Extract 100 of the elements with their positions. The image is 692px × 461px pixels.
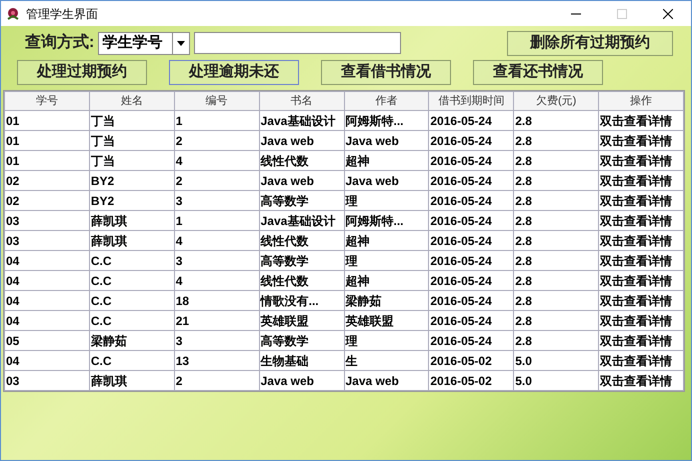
table-cell: 4 [174,270,260,290]
search-field[interactable] [194,32,402,54]
table-cell: 超神 [344,230,429,250]
table-cell: 2016-05-24 [428,250,514,270]
table-cell: 薛凯琪 [89,210,174,230]
query-dropdown[interactable]: 学生学号 [98,32,190,54]
table-cell: 2.8 [514,290,599,310]
table-cell: 03 [4,370,90,390]
table-cell: 04 [4,290,90,310]
table-cell: 2016-05-24 [428,210,514,230]
table-cell: 01 [4,110,90,130]
table-cell: 2016-05-24 [428,290,514,310]
table-cell: 双击查看详情 [598,370,684,390]
table-cell: Java web [344,130,429,150]
table-cell: 2016-05-02 [428,370,514,390]
table-cell: 生物基础 [259,350,344,370]
table-cell: 2.8 [514,330,599,350]
column-header[interactable]: 学号 [4,92,90,110]
table-cell: C.C [89,270,174,290]
table-cell: 阿姆斯特... [344,110,429,130]
table-cell: 4 [174,230,260,250]
caret-icon [177,40,186,46]
table-cell: Java web [259,370,344,390]
table-cell: 双击查看详情 [598,330,684,350]
column-header[interactable]: 借书到期时间 [428,92,514,110]
table-cell: Java基础设计 [259,110,344,130]
table-cell: 阿姆斯特... [344,210,429,230]
table-cell: 03 [4,210,90,230]
table-cell: 英雄联盟 [259,310,344,330]
action-button[interactable]: 查看还书情况 [473,60,603,85]
table-cell: 理 [344,190,429,210]
table-cell: 双击查看详情 [598,190,684,210]
table-cell: C.C [89,310,174,330]
table-cell: 2.8 [514,230,599,250]
table-cell: 3 [174,330,260,350]
table-cell: 1 [174,110,260,130]
table-cell: 丁当 [89,150,174,170]
table-cell: 双击查看详情 [598,130,684,150]
column-header[interactable]: 姓名 [89,92,174,110]
table-cell: 2.8 [514,150,599,170]
table-cell: 04 [4,310,90,330]
table-cell: 双击查看详情 [598,170,684,190]
table-cell: 5.0 [514,370,599,390]
table-cell: 线性代数 [259,230,344,250]
table-cell: Java web [259,130,344,150]
table-cell: 01 [4,130,90,150]
table-cell: 薛凯琪 [89,230,174,250]
table-cell: 高等数学 [259,330,344,350]
table-cell: 3 [174,250,260,270]
action-button[interactable]: 删除所有过期预约 [507,30,673,56]
table-cell: 超神 [344,270,429,290]
table-cell: 2.8 [514,250,599,270]
table-cell: 2.8 [514,270,599,290]
table-cell: 梁静茹 [89,330,174,350]
column-header[interactable]: 作者 [344,92,429,110]
table-cell: 超神 [344,150,429,170]
table-cell: 高等数学 [259,190,344,210]
table-cell: 2 [174,170,260,190]
table-cell: 2016-05-24 [428,330,514,350]
action-button[interactable]: 处理逾期未还 [169,60,299,85]
table-cell: 2016-05-24 [428,110,514,130]
table-cell: 05 [4,330,90,350]
table-cell: 英雄联盟 [344,310,429,330]
table-cell: 2016-05-24 [428,150,514,170]
table-cell: 2016-05-02 [428,350,514,370]
table-cell: Java web [259,170,344,190]
table-cell: 3 [174,190,260,210]
table-cell: 13 [174,350,260,370]
table-cell: 2.8 [514,210,599,230]
table-cell: 双击查看详情 [598,210,684,230]
table-cell: 2.8 [514,190,599,210]
table-cell: 2016-05-24 [428,130,514,150]
table-cell: 线性代数 [259,270,344,290]
action-button[interactable]: 查看借书情况 [321,60,451,85]
table-cell: 薛凯琪 [89,370,174,390]
table-cell: 02 [4,170,90,190]
table-cell: 01 [4,150,90,170]
table-cell: 情歌没有... [259,290,344,310]
column-header[interactable]: 操作 [598,92,684,110]
close-icon[interactable] [663,8,673,18]
table-cell: 2016-05-24 [428,310,514,330]
table-cell: 04 [4,270,90,290]
action-button[interactable]: 处理过期预约 [17,60,147,85]
table-cell: 双击查看详情 [598,310,684,330]
table-cell: C.C [89,350,174,370]
table-cell: 2016-05-24 [428,170,514,190]
column-header[interactable]: 书名 [259,92,344,110]
table-cell: 5.0 [514,350,599,370]
table-cell: 2.8 [514,310,599,330]
table-cell: 04 [4,250,90,270]
column-header[interactable]: 编号 [174,92,260,110]
app-flower-icon [5,6,21,22]
table-cell: Java基础设计 [259,210,344,230]
table-cell: 2016-05-24 [428,270,514,290]
table-cell: 双击查看详情 [598,270,684,290]
table-cell: 高等数学 [259,250,344,270]
table-cell: Java web [344,370,429,390]
table-cell: C.C [89,250,174,270]
table-cell: 03 [4,230,90,250]
column-header[interactable]: 欠费(元) [514,92,599,110]
